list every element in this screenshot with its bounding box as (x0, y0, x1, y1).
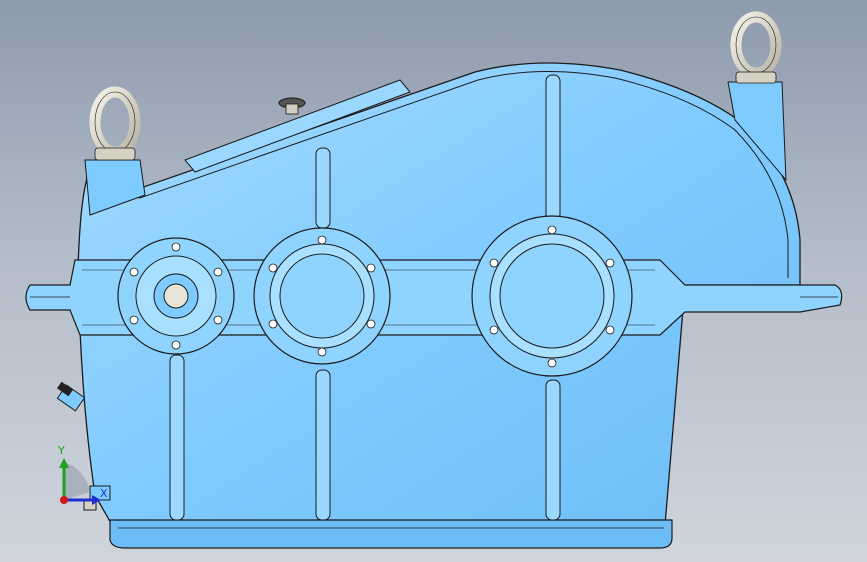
lifting-eye-left (84, 86, 146, 216)
bearing-output (471, 215, 633, 377)
gearbox-model[interactable]: Y X (0, 0, 867, 562)
oil-level-gauge (56, 381, 86, 412)
graphics-viewport[interactable]: Y X (0, 0, 867, 562)
triad-x-label: X (100, 487, 108, 500)
bearing-intermediate (253, 227, 391, 365)
triad-z-axis (60, 496, 68, 504)
base-flange (109, 519, 673, 549)
triad-y-label: Y (57, 444, 65, 457)
bearing-input (117, 237, 235, 355)
